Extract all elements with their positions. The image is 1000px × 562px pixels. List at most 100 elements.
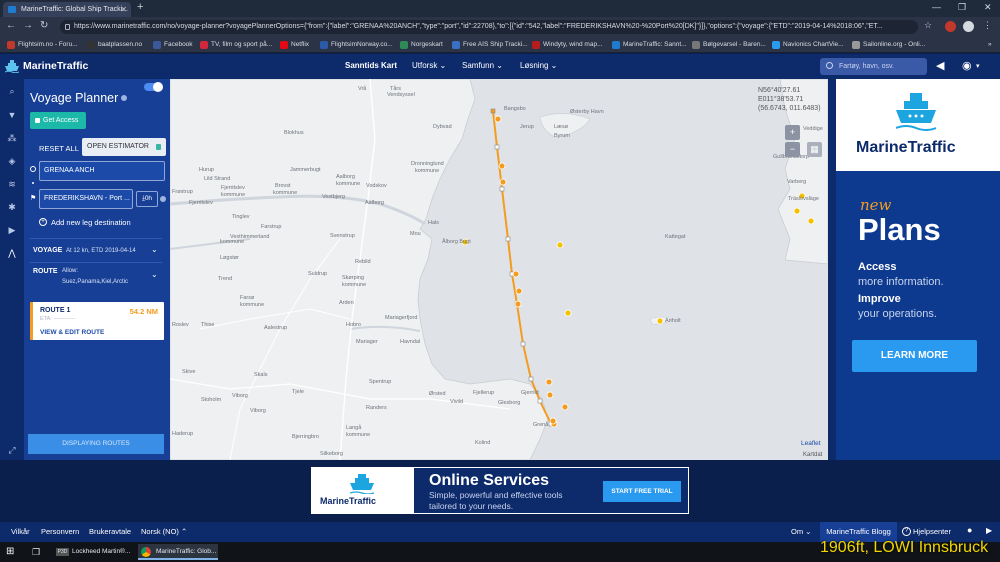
add-leg-button[interactable]: + Add new leg destination <box>39 218 131 227</box>
footer-language-select[interactable]: Norsk (NO) ⌃ <box>141 527 187 536</box>
vessel-marker[interactable] <box>556 241 564 249</box>
bookmark-item[interactable]: FlightsimNorway.co... <box>320 40 393 50</box>
vessel-marker[interactable] <box>545 378 553 386</box>
route-waypoint[interactable] <box>505 236 511 242</box>
vessel-marker[interactable] <box>512 270 520 278</box>
account-chevron-icon[interactable]: ▾ <box>976 62 980 70</box>
taskbar-app-p3d[interactable]: P3D Lockheed Martin®... <box>54 544 134 560</box>
route-expand-chevron-icon[interactable]: ⌄ <box>151 270 158 279</box>
fullscreen-icon[interactable]: ⤢ <box>6 444 18 456</box>
url-input[interactable]: https://www.marinetraffic.com/no/voyage-… <box>60 20 918 34</box>
task-view-icon[interactable]: ❐ <box>32 544 40 560</box>
view-edit-route-link[interactable]: VIEW & EDIT ROUTE <box>40 329 104 336</box>
route-waypoint[interactable] <box>520 341 526 347</box>
bookmark-item[interactable]: Navionics ChartVie... <box>772 40 844 50</box>
time-info-icon[interactable] <box>160 196 166 202</box>
site-search-input[interactable]: Fartøy, havn, osv. <box>820 58 927 75</box>
network-icon[interactable]: ⁂ <box>6 132 18 144</box>
footer-privacy-link[interactable]: Personvern <box>41 527 79 536</box>
menu-kebab-icon[interactable]: ⋮ <box>983 20 994 31</box>
start-free-trial-button[interactable]: START FREE TRIAL <box>603 481 681 502</box>
search-icon[interactable]: ⌕ <box>6 85 18 97</box>
bookmark-item[interactable]: Bølgevarsel - Baren... <box>692 40 766 50</box>
vessel-marker[interactable] <box>494 115 502 123</box>
site-logo[interactable]: MarineTraffic <box>5 59 88 74</box>
footer-user-agreement-link[interactable]: Brukeravtale <box>89 527 131 536</box>
bookmark-item[interactable]: MarineTraffic: Sannt... <box>612 40 687 50</box>
nav-live-map[interactable]: Sanntids Kart <box>345 61 397 70</box>
bookmark-item[interactable]: Sailonline.org - Onli... <box>852 40 925 50</box>
vessel-marker[interactable] <box>515 287 523 295</box>
maximize-icon[interactable]: ❐ <box>958 2 966 13</box>
zoom-in-button[interactable]: + <box>785 125 800 140</box>
taskbar-app-chrome[interactable]: MarineTraffic: Glob... <box>138 544 218 560</box>
vessel-marker[interactable] <box>793 207 801 215</box>
map-layers-icon[interactable]: ▦ <box>807 142 822 157</box>
learn-more-button[interactable]: LEARN MORE <box>852 340 977 372</box>
footer-terms-link[interactable]: Vilkår <box>11 527 30 536</box>
forward-icon[interactable]: → <box>23 20 33 31</box>
footer-about-menu[interactable]: Om ⌄ <box>791 527 811 536</box>
play-icon[interactable]: ▶ <box>6 224 18 236</box>
android-play-icon[interactable]: ▶ <box>986 526 992 535</box>
route-waypoint[interactable] <box>490 108 496 114</box>
bookmarks-overflow-icon[interactable]: » <box>988 40 992 50</box>
map-canvas[interactable]: Tårs Vendsyssel Dybvad Blokhus Læsø Byrum Øste… <box>170 79 828 460</box>
displaying-routes-button[interactable]: DISPLAYING ROUTES <box>28 434 164 454</box>
back-icon[interactable]: ← <box>6 20 16 31</box>
vessel-marker[interactable] <box>514 300 522 308</box>
bookmark-item[interactable]: baatplassen.no <box>87 40 142 50</box>
weather-icon[interactable]: ≋ <box>6 178 18 190</box>
bookmark-item[interactable]: TV, film og sport på... <box>200 40 272 50</box>
vessel-marker[interactable] <box>656 317 664 325</box>
vessel-marker[interactable] <box>561 403 569 411</box>
vessel-marker[interactable] <box>807 217 815 225</box>
windows-start-icon[interactable]: ⊞ <box>6 544 14 560</box>
filter-icon[interactable]: ▼ <box>6 109 18 121</box>
reload-icon[interactable]: ↻ <box>40 20 48 31</box>
bookmark-item[interactable]: Flightsim.no - Foru... <box>7 40 78 50</box>
vessel-marker[interactable] <box>564 309 572 317</box>
planner-toggle[interactable] <box>144 82 163 92</box>
route-line[interactable] <box>492 110 552 425</box>
route-waypoint[interactable] <box>537 398 543 404</box>
bottom-banner-ad[interactable]: MarineTraffic Online Services Simple, po… <box>311 467 689 514</box>
route-waypoint[interactable] <box>528 376 534 382</box>
browser-tab[interactable]: MarineTraffic: Global Ship Tracki... ✕ <box>3 2 131 17</box>
vessel-marker[interactable] <box>549 417 557 425</box>
bookmark-item[interactable]: Windyty, wind map... <box>532 40 602 50</box>
reset-all-button[interactable]: RESET ALL <box>39 144 79 153</box>
profile-avatar-icon[interactable] <box>963 21 974 32</box>
window-close-icon[interactable]: ✕ <box>984 2 992 13</box>
extension-icon[interactable] <box>945 21 956 32</box>
account-icon[interactable]: ◉ <box>962 59 972 72</box>
bookmark-item[interactable]: Norgeskart <box>400 40 443 50</box>
star-icon[interactable]: ☆ <box>924 20 935 31</box>
vessel-marker[interactable] <box>499 178 507 186</box>
apple-icon[interactable]: ● <box>967 525 972 535</box>
right-advertisement[interactable]: MarineTraffic new Plans Access more info… <box>828 79 1000 460</box>
minimize-icon[interactable]: — <box>932 2 941 12</box>
zoom-out-button[interactable]: − <box>785 142 800 157</box>
nav-solutions[interactable]: Løsning ⌄ <box>520 61 557 70</box>
destination-input[interactable]: FREDERIKSHAVN - Port ... <box>39 189 133 209</box>
route-waypoint[interactable] <box>494 144 500 150</box>
nav-explore[interactable]: Utforsk ⌄ <box>412 61 446 70</box>
nav-community[interactable]: Samfunn ⌄ <box>462 61 503 70</box>
bookmark-item[interactable]: Facebook <box>153 40 193 50</box>
origin-input[interactable]: GRENAA ANCH <box>39 161 165 181</box>
vessel-marker[interactable] <box>546 391 554 399</box>
voyage-expand-chevron-icon[interactable]: ⌄ <box>151 245 158 254</box>
new-tab-icon[interactable]: + <box>137 1 143 13</box>
bookmark-item[interactable]: Free AIS Ship Tracki... <box>452 40 528 50</box>
open-estimator-button[interactable]: OPEN ESTIMATOR <box>82 138 166 156</box>
vessel-marker[interactable] <box>498 162 506 170</box>
stay-time-input[interactable]: ⤓0h <box>136 191 158 207</box>
tab-close-icon[interactable]: ✕ <box>120 2 127 17</box>
info-icon[interactable] <box>121 95 127 101</box>
voyage-planner-icon[interactable]: ⋀ <box>6 247 18 259</box>
route-card[interactable]: ROUTE 1 54.2 NM ETA: ------------ VIEW &… <box>30 302 164 340</box>
tools-icon[interactable]: ✱ <box>6 201 18 213</box>
get-access-button[interactable]: Get Access <box>30 112 86 129</box>
route-waypoint[interactable] <box>499 186 505 192</box>
